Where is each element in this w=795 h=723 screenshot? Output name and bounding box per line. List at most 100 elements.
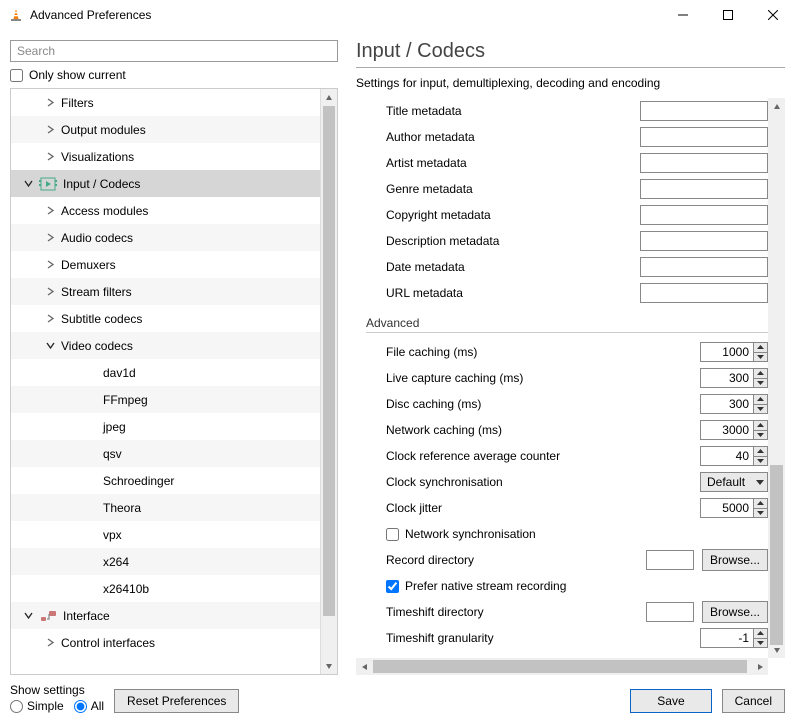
chevron-right-icon[interactable] bbox=[43, 258, 57, 272]
spin-control[interactable] bbox=[700, 498, 768, 518]
cancel-button[interactable]: Cancel bbox=[722, 689, 785, 713]
spin-up-icon[interactable] bbox=[754, 395, 767, 404]
spin-input[interactable] bbox=[700, 420, 753, 440]
metadata-input[interactable] bbox=[640, 231, 768, 251]
scroll-up-icon[interactable] bbox=[321, 89, 337, 106]
spin-control[interactable] bbox=[700, 342, 768, 362]
mode-simple-radio[interactable]: Simple bbox=[10, 699, 64, 713]
tree-item[interactable]: Access modules bbox=[11, 197, 320, 224]
tree-item[interactable]: Theora bbox=[11, 494, 320, 521]
chevron-down-icon[interactable] bbox=[43, 339, 57, 353]
maximize-button[interactable] bbox=[705, 0, 750, 30]
spin-control[interactable] bbox=[700, 368, 768, 388]
spin-up-icon[interactable] bbox=[754, 447, 767, 456]
settings-vscrollbar[interactable] bbox=[768, 98, 785, 658]
mode-all-input[interactable] bbox=[74, 700, 87, 713]
chevron-right-icon[interactable] bbox=[43, 123, 57, 137]
spin-up-icon[interactable] bbox=[754, 343, 767, 352]
chevron-right-icon[interactable] bbox=[43, 285, 57, 299]
tree-item[interactable]: x264 bbox=[11, 548, 320, 575]
metadata-input[interactable] bbox=[640, 257, 768, 277]
prefer-native-checkbox[interactable]: Prefer native stream recording bbox=[386, 573, 768, 599]
mode-simple-input[interactable] bbox=[10, 700, 23, 713]
tree-item[interactable]: vpx bbox=[11, 521, 320, 548]
close-button[interactable] bbox=[750, 0, 795, 30]
tree-item[interactable]: dav1d bbox=[11, 359, 320, 386]
chevron-right-icon[interactable] bbox=[43, 150, 57, 164]
spin-input[interactable] bbox=[700, 342, 753, 362]
chevron-right-icon[interactable] bbox=[43, 204, 57, 218]
chevron-right-icon[interactable] bbox=[43, 96, 57, 110]
minimize-button[interactable] bbox=[660, 0, 705, 30]
spin-input[interactable] bbox=[700, 446, 753, 466]
prefer-native-input[interactable] bbox=[386, 580, 399, 593]
spin-down-icon[interactable] bbox=[754, 430, 767, 440]
spin-input[interactable] bbox=[700, 498, 753, 518]
timeshift-directory-input[interactable] bbox=[646, 602, 694, 622]
browse-button[interactable]: Browse... bbox=[702, 549, 768, 571]
settings-vscroll-thumb[interactable] bbox=[770, 465, 783, 645]
only-show-current-checkbox[interactable]: Only show current bbox=[10, 68, 338, 82]
spin-input[interactable] bbox=[700, 628, 753, 648]
spin-down-icon[interactable] bbox=[754, 456, 767, 466]
network-sync-checkbox[interactable]: Network synchronisation bbox=[386, 521, 768, 547]
metadata-input[interactable] bbox=[640, 153, 768, 173]
scroll-right-icon[interactable] bbox=[751, 658, 768, 675]
tree-item[interactable]: Filters bbox=[11, 89, 320, 116]
metadata-input[interactable] bbox=[640, 127, 768, 147]
chevron-down-icon[interactable] bbox=[21, 177, 35, 191]
tree-item[interactable]: Demuxers bbox=[11, 251, 320, 278]
tree-item[interactable]: Video codecs bbox=[11, 332, 320, 359]
scroll-down-icon[interactable] bbox=[321, 657, 337, 674]
tree-item[interactable]: Input / Codecs bbox=[11, 170, 320, 197]
tree-item[interactable]: x26410b bbox=[11, 575, 320, 602]
spin-control[interactable] bbox=[700, 394, 768, 414]
spin-up-icon[interactable] bbox=[754, 629, 767, 638]
mode-all-radio[interactable]: All bbox=[74, 699, 104, 713]
save-button[interactable]: Save bbox=[630, 689, 711, 713]
tree-item[interactable]: Visualizations bbox=[11, 143, 320, 170]
tree-item[interactable]: Interface bbox=[11, 602, 320, 629]
metadata-input[interactable] bbox=[640, 101, 768, 121]
tree-item[interactable]: Audio codecs bbox=[11, 224, 320, 251]
chevron-right-icon[interactable] bbox=[43, 231, 57, 245]
tree-item[interactable]: Output modules bbox=[11, 116, 320, 143]
tree-item[interactable]: Subtitle codecs bbox=[11, 305, 320, 332]
spin-control[interactable] bbox=[700, 446, 768, 466]
settings-hscroll-thumb[interactable] bbox=[373, 660, 747, 673]
browse-button[interactable]: Browse... bbox=[702, 601, 768, 623]
tree-scrollbar[interactable] bbox=[320, 89, 337, 674]
spin-down-icon[interactable] bbox=[754, 378, 767, 388]
settings-hscrollbar[interactable] bbox=[356, 658, 768, 675]
tree-item[interactable]: Stream filters bbox=[11, 278, 320, 305]
metadata-input[interactable] bbox=[640, 283, 768, 303]
spin-input[interactable] bbox=[700, 394, 753, 414]
spin-up-icon[interactable] bbox=[754, 421, 767, 430]
only-show-current-input[interactable] bbox=[10, 69, 23, 82]
tree-item[interactable]: FFmpeg bbox=[11, 386, 320, 413]
spin-down-icon[interactable] bbox=[754, 352, 767, 362]
tree-item[interactable]: qsv bbox=[11, 440, 320, 467]
scroll-left-icon[interactable] bbox=[356, 658, 373, 675]
spin-control[interactable] bbox=[700, 628, 768, 648]
search-input[interactable] bbox=[10, 40, 338, 62]
spin-input[interactable] bbox=[700, 368, 753, 388]
clock-sync-select[interactable]: Default bbox=[700, 472, 768, 492]
chevron-down-icon[interactable] bbox=[21, 609, 35, 623]
record-directory-input[interactable] bbox=[646, 550, 694, 570]
spin-down-icon[interactable] bbox=[754, 404, 767, 414]
tree-item[interactable]: Schroedinger bbox=[11, 467, 320, 494]
chevron-right-icon[interactable] bbox=[43, 312, 57, 326]
scroll-up-icon[interactable] bbox=[768, 98, 785, 115]
tree-item[interactable]: Control interfaces bbox=[11, 629, 320, 656]
spin-up-icon[interactable] bbox=[754, 499, 767, 508]
chevron-right-icon[interactable] bbox=[43, 636, 57, 650]
tree-item[interactable]: jpeg bbox=[11, 413, 320, 440]
reset-preferences-button[interactable]: Reset Preferences bbox=[114, 689, 239, 713]
spin-up-icon[interactable] bbox=[754, 369, 767, 378]
network-sync-input[interactable] bbox=[386, 528, 399, 541]
spin-down-icon[interactable] bbox=[754, 508, 767, 518]
metadata-input[interactable] bbox=[640, 179, 768, 199]
tree-scroll-thumb[interactable] bbox=[323, 106, 335, 616]
spin-control[interactable] bbox=[700, 420, 768, 440]
